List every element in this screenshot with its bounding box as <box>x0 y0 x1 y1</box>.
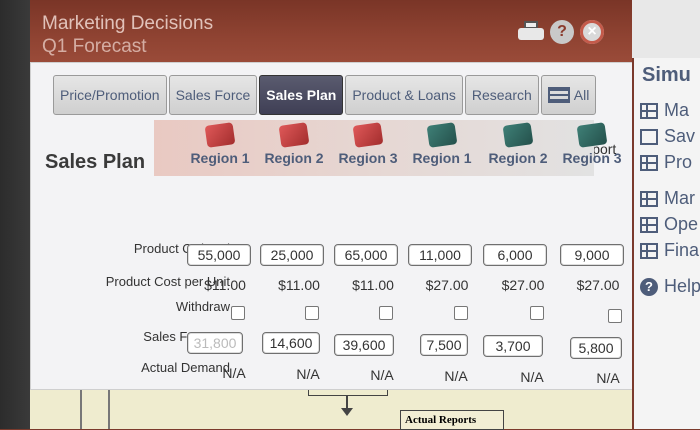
withdraw-label: Withdraw <box>175 299 230 314</box>
sales-forecast-input[interactable]: 31,800 <box>187 332 243 354</box>
close-icon[interactable]: × <box>580 20 604 44</box>
product-ordered-input[interactable]: 25,000 <box>260 244 324 266</box>
help-icon: ? <box>640 277 658 296</box>
product-cost-value: $27.00 <box>501 277 545 293</box>
tab-all[interactable]: All <box>540 75 597 115</box>
sales-forecast-input[interactable]: 3,700 <box>483 335 543 357</box>
sales-forecast-input[interactable]: 14,600 <box>262 332 320 354</box>
product-red-icon <box>278 122 310 148</box>
table-icon <box>640 190 658 207</box>
withdraw-checkbox[interactable] <box>608 309 622 323</box>
network-icon <box>640 102 658 119</box>
divider <box>80 390 82 429</box>
side-item-fina[interactable]: Fina <box>640 240 699 261</box>
side-item-pro[interactable]: Pro <box>640 152 692 173</box>
product-red-icon <box>204 122 236 148</box>
flow-box <box>308 390 388 396</box>
divider <box>108 390 110 429</box>
save-icon <box>640 128 658 145</box>
side-item-label: Ma <box>664 100 690 120</box>
actual-demand-value: N/A <box>296 366 320 382</box>
actual-demand-value: N/A <box>444 368 468 384</box>
table-icon <box>640 154 658 171</box>
side-item-label: Help <box>664 276 700 296</box>
actual-demand-value: N/A <box>520 369 544 385</box>
tab-research[interactable]: Research <box>464 75 539 115</box>
simulation-side-panel: Simu Ma Sav Pro Mar Ope Fina ? Help <box>632 58 700 429</box>
tab-sales-force[interactable]: Sales Force <box>168 75 258 115</box>
side-item-ma[interactable]: Ma <box>640 100 689 121</box>
header-icons: ? × <box>518 20 604 44</box>
region-column-header: Region 3 <box>330 122 406 166</box>
product-green-icon <box>502 122 534 148</box>
region-column-header: Region 2 <box>256 122 332 166</box>
table-icon <box>640 242 658 259</box>
product-ordered-input[interactable]: 11,000 <box>408 244 472 266</box>
tab-product-loans[interactable]: Product & Loans <box>345 75 463 115</box>
product-ordered-input[interactable]: 9,000 <box>560 244 624 266</box>
region-label: Region 1 <box>190 150 250 166</box>
actual-demand-value: N/A <box>596 370 620 386</box>
arrow-down-icon <box>341 408 353 416</box>
table-icon <box>640 216 658 233</box>
actual-demand-value: N/A <box>222 365 246 381</box>
product-cost-value: $27.00 <box>425 277 469 293</box>
side-item-label: Pro <box>664 152 693 172</box>
app-title: Marketing Decisions <box>42 13 214 34</box>
sales-forecast-input[interactable]: 5,800 <box>570 337 622 359</box>
actual-demand-value: N/A <box>370 367 394 383</box>
print-icon[interactable] <box>518 21 544 43</box>
withdraw-checkbox[interactable] <box>454 306 468 320</box>
region-label: Region 3 <box>338 150 398 166</box>
side-item-label: Fina <box>664 240 700 260</box>
app-subtitle: Q1 Forecast <box>42 36 147 57</box>
actual-reports-button[interactable]: Actual Reports <box>400 410 504 430</box>
region-label: Region 2 <box>264 150 324 166</box>
product-cost-value: $11.00 <box>352 277 394 293</box>
side-item-save[interactable]: Sav <box>640 126 695 147</box>
region-column-header: Region 2 <box>480 122 556 166</box>
flow-diagram-area: Actual Reports <box>30 390 634 430</box>
side-item-ope[interactable]: Ope <box>640 214 698 235</box>
product-cost-value: $11.00 <box>278 277 320 293</box>
help-icon[interactable]: ? <box>550 20 574 44</box>
product-ordered-input[interactable]: 55,000 <box>187 244 251 266</box>
product-cost-value: $11.00 <box>204 277 246 293</box>
region-column-header: Region 1 <box>404 122 480 166</box>
withdraw-checkbox[interactable] <box>530 306 544 320</box>
list-icon <box>547 87 570 103</box>
sales-forecast-input[interactable]: 39,600 <box>334 334 394 356</box>
product-green-icon <box>576 122 608 148</box>
product-green-icon <box>426 122 458 148</box>
withdraw-checkbox[interactable] <box>231 306 245 320</box>
tab-bar: Price/Promotion Sales Force Sales Plan P… <box>53 75 597 115</box>
region-column-header: Region 3 <box>554 122 630 166</box>
tab-all-label: All <box>573 87 590 103</box>
tab-price-promotion[interactable]: Price/Promotion <box>53 75 167 115</box>
tab-sales-plan[interactable]: Sales Plan <box>259 75 344 115</box>
sales-forecast-input[interactable]: 7,500 <box>420 334 468 356</box>
region-label: Region 3 <box>562 150 622 166</box>
side-item-help[interactable]: ? Help <box>640 276 700 297</box>
page-title: Sales Plan <box>45 151 146 173</box>
product-cost-value: $27.00 <box>576 277 620 293</box>
side-item-label: Mar <box>664 188 695 208</box>
side-item-label: Ope <box>664 214 699 234</box>
region-column-header: Region 1 <box>182 122 258 166</box>
withdraw-checkbox[interactable] <box>305 306 319 320</box>
product-red-icon <box>352 122 384 148</box>
product-ordered-input[interactable]: 6,000 <box>483 244 547 266</box>
side-item-mar[interactable]: Mar <box>640 188 695 209</box>
region-label: Region 2 <box>488 150 548 166</box>
region-label: Region 1 <box>412 150 472 166</box>
side-item-label: Sav <box>664 126 696 146</box>
withdraw-checkbox[interactable] <box>379 306 393 320</box>
product-ordered-input[interactable]: 65,000 <box>334 244 398 266</box>
sales-plan-panel: Price/Promotion Sales Force Sales Plan P… <box>30 62 634 390</box>
side-panel-title: Simu <box>642 64 691 86</box>
